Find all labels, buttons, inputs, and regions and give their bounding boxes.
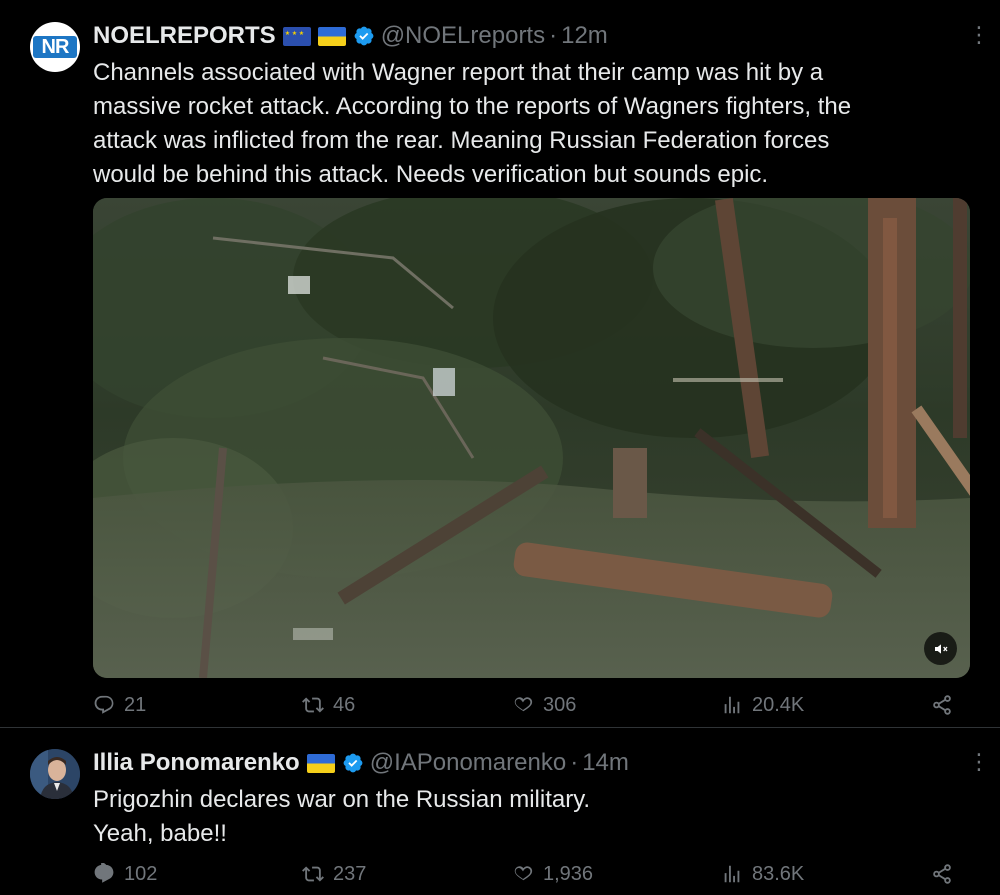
separator-dot: · [549,22,558,49]
avatar[interactable] [30,749,80,799]
retweet-count: 237 [333,862,367,885]
video-player[interactable] [93,198,970,678]
mute-toggle-button[interactable] [924,632,957,665]
reply-icon [94,695,114,714]
ukraine-flag-icon [317,26,346,46]
like-count: 306 [543,693,577,716]
share-icon [933,695,951,715]
speaker-muted-icon [934,643,948,654]
share-button[interactable] [931,859,962,889]
heart-icon [514,697,533,712]
tweet-text-line: Prigozhin declares war on the Russian mi… [93,786,591,813]
tweet-text: Prigozhin declares war on the Russian mi… [93,783,973,851]
eu-flag-icon [282,26,311,46]
reply-count: 21 [124,693,147,716]
view-count: 20.4K [752,693,805,716]
tweet-actions: 102 237 1,936 83.6K [93,859,973,889]
tweet-noelreports[interactable]: NR NOELREPORTS @NOELreports · 12m ⋮ Chan… [0,0,1000,728]
views-chart-icon [724,865,740,883]
share-button[interactable] [931,690,962,720]
view-count: 83.6K [752,862,805,885]
retweet-count: 46 [333,693,356,716]
timestamp[interactable]: 14m [582,749,629,777]
like-button[interactable]: 306 [512,690,576,720]
views-chart-icon [724,696,740,714]
reply-button[interactable]: 102 [93,859,157,889]
tweet-header: Illia Ponomarenko @IAPonomarenko · 14m [93,748,629,778]
more-options-icon[interactable]: ⋮ [968,24,990,46]
reply-count: 102 [124,862,158,885]
tweet-text-line: Yeah, babe!! [93,820,227,847]
timestamp[interactable]: 12m [561,22,608,50]
heart-icon [514,866,533,881]
retweet-icon [302,697,324,713]
retweet-button[interactable]: 237 [302,859,366,889]
reply-icon [94,863,114,883]
author-handle[interactable]: @NOELreports [381,22,545,50]
tweet-text-line: attack was inflicted from the rear. Mean… [93,127,830,154]
verified-badge-icon [354,26,374,46]
tweet-text-line: Channels associated with Wagner report t… [93,59,824,86]
verified-badge-icon [343,753,363,773]
retweet-button[interactable]: 46 [302,690,355,720]
share-icon [933,864,951,884]
tweet-actions: 21 46 306 20.4K [93,690,973,720]
views-button[interactable]: 20.4K [721,690,804,720]
nr-logo: NR [33,36,77,58]
tweet-text-line: would be behind this attack. Needs verif… [93,161,769,188]
tweet-text: Channels associated with Wagner report t… [93,56,973,192]
tweet-text-line: massive rocket attack. According to the … [93,93,852,120]
separator-dot: · [570,749,579,776]
views-button[interactable]: 83.6K [721,859,804,889]
retweet-icon [302,866,324,882]
more-options-icon[interactable]: ⋮ [968,751,990,773]
avatar[interactable]: NR [30,22,80,72]
author-handle[interactable]: @IAPonomarenko [370,749,566,777]
avatar-photo [30,749,80,799]
reply-button[interactable]: 21 [93,690,146,720]
ukraine-flag-icon [306,753,335,773]
like-count: 1,936 [543,862,594,885]
tweet-header: NOELREPORTS @NOELreports · 12m [93,21,608,51]
video-frame [93,198,970,678]
like-button[interactable]: 1,936 [512,859,593,889]
author-name[interactable]: NOELREPORTS [93,22,276,50]
author-name[interactable]: Illia Ponomarenko [93,749,300,777]
tweet-iaponomarenko[interactable]: Illia Ponomarenko @IAPonomarenko · 14m ⋮… [0,729,1000,895]
